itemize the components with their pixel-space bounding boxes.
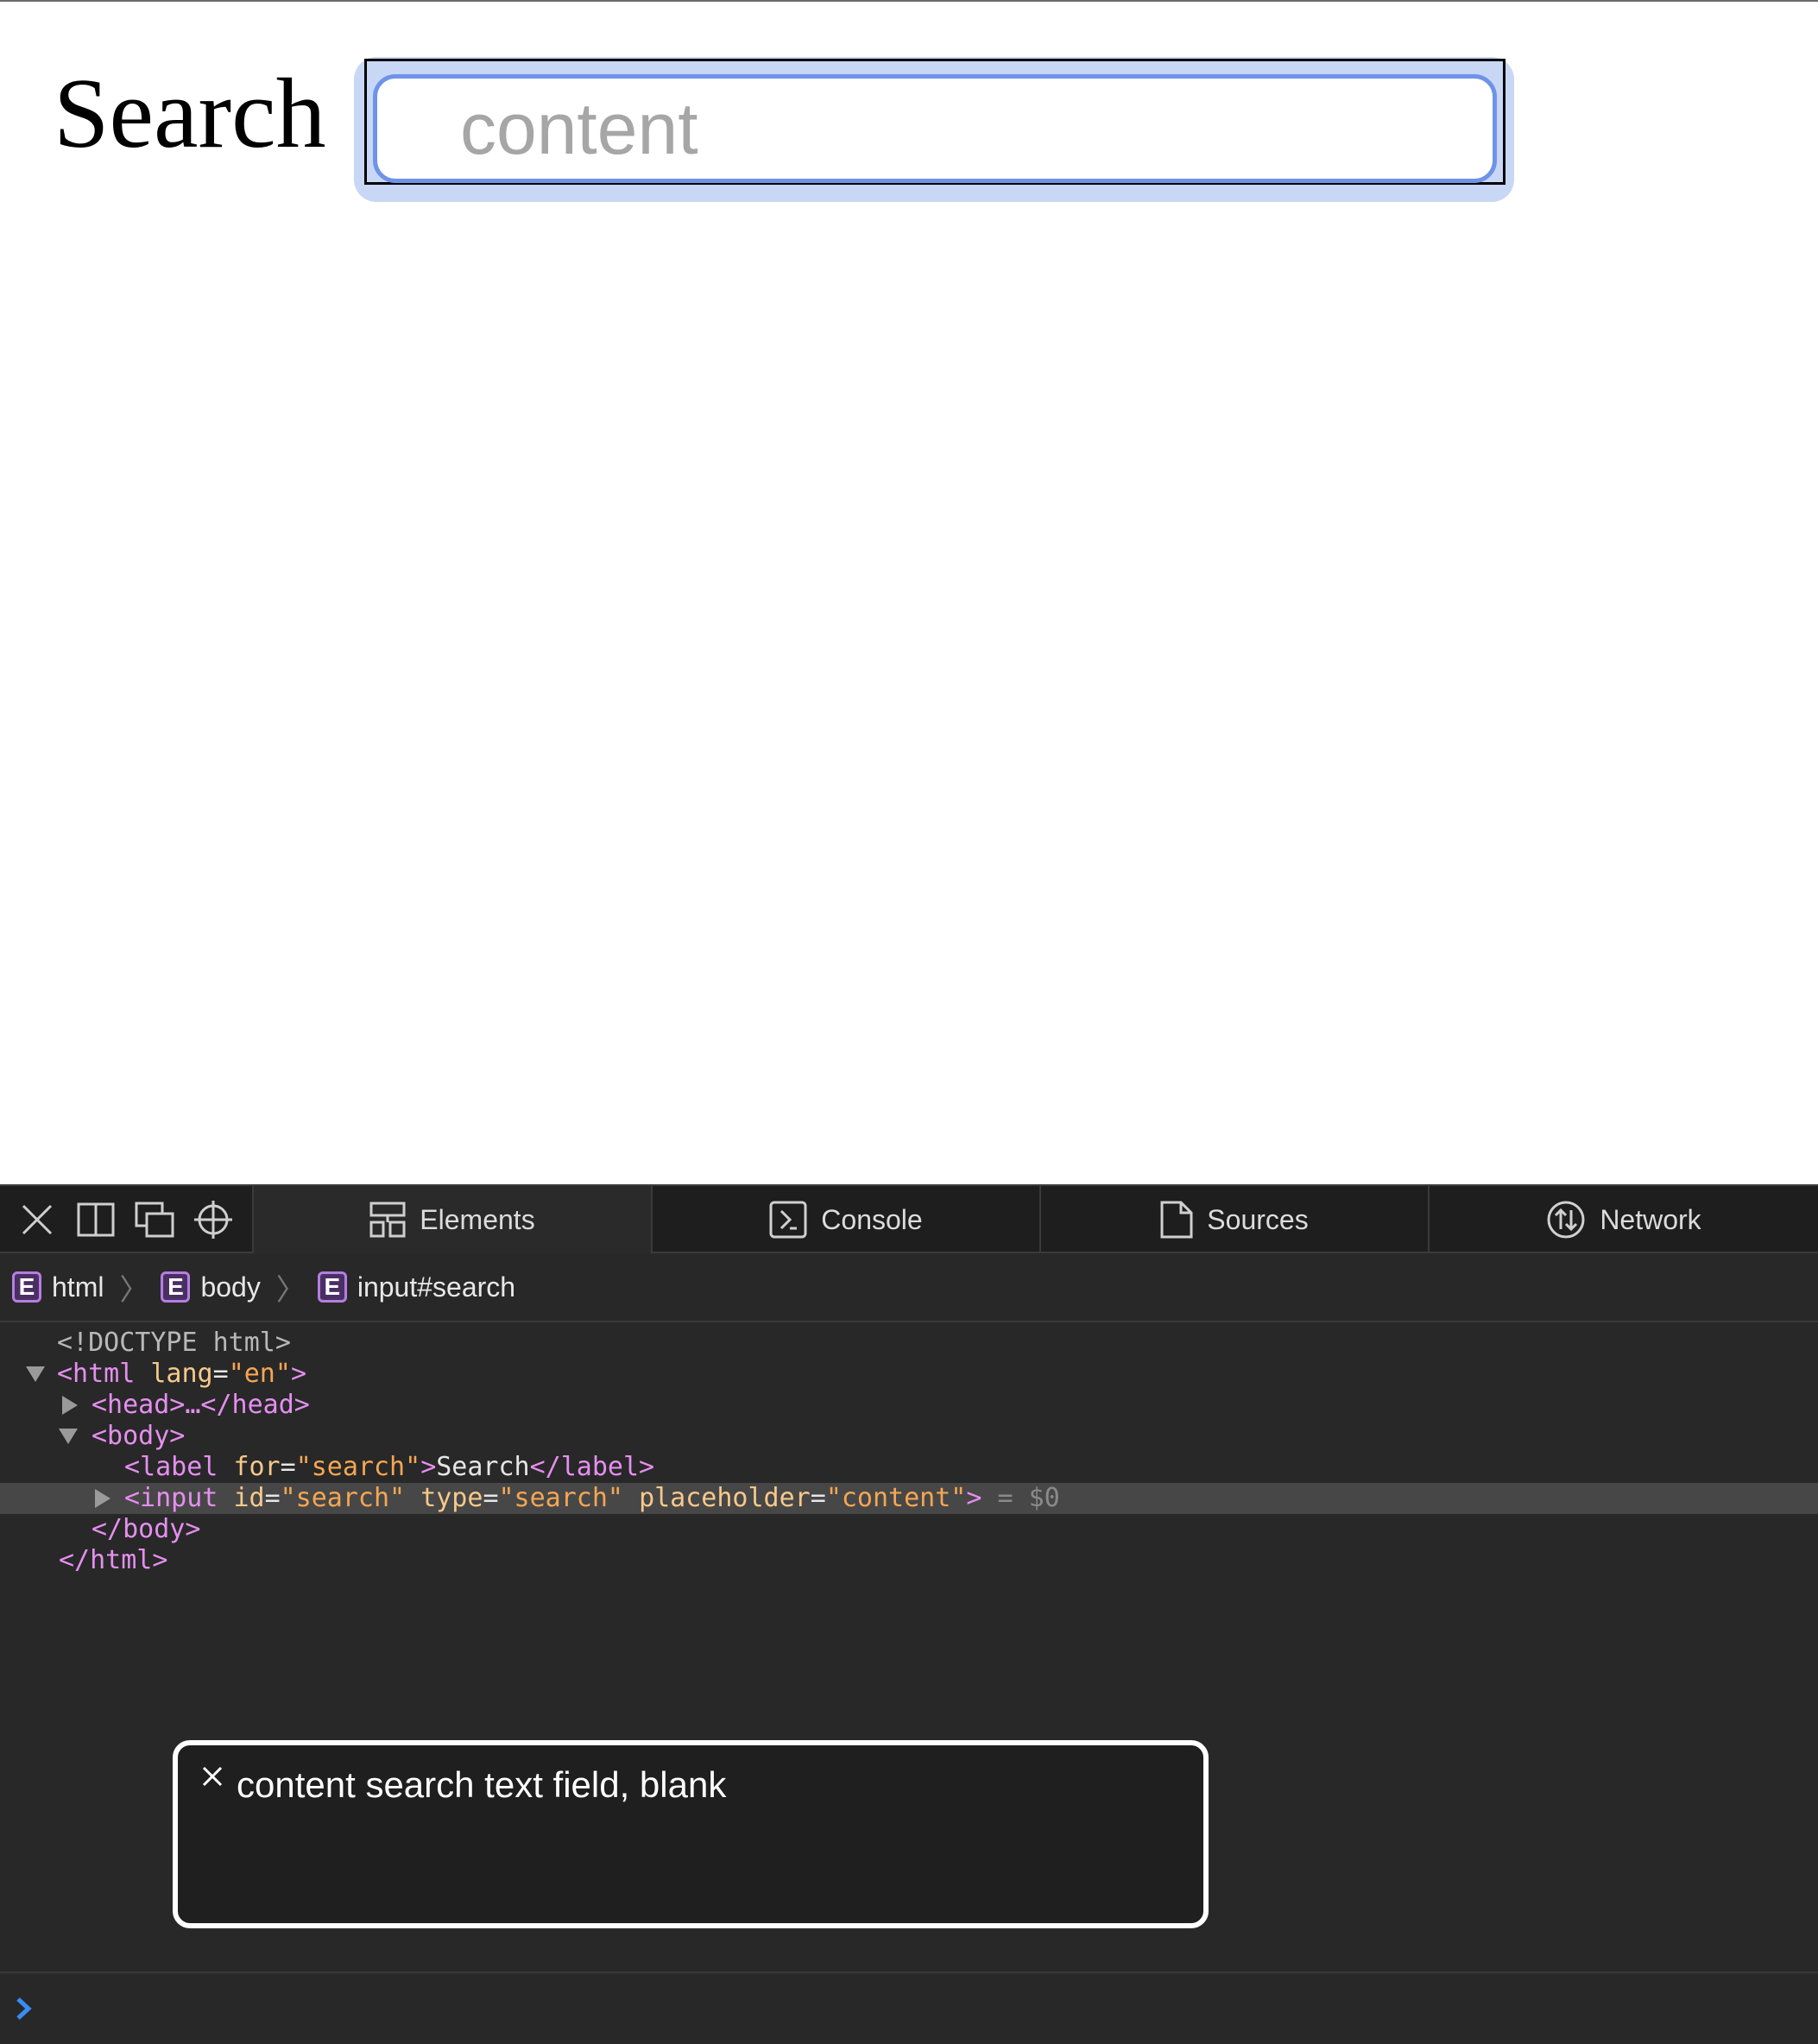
tag-text: <head>…</head> — [92, 1390, 310, 1420]
tag-text: <body> — [92, 1421, 186, 1451]
element-badge-icon: E — [161, 1271, 191, 1303]
chevron-right-icon — [14, 1994, 35, 2028]
attr-value: "content" — [825, 1483, 967, 1513]
inspect-target-icon[interactable] — [188, 1195, 238, 1245]
node-text: Search — [436, 1452, 530, 1482]
breadcrumb: E html 〉 E body 〉 E input#search — [0, 1253, 1818, 1322]
disclosure-open-icon[interactable] — [26, 1366, 45, 1382]
disclosure-open-icon[interactable] — [59, 1429, 78, 1444]
dom-tree: <!DOCTYPE html> <html lang="en"> <head>…… — [0, 1328, 1818, 1576]
close-icon[interactable] — [200, 1764, 224, 1788]
dom-node-input-selected[interactable]: <input id="search" type="search" placeho… — [0, 1483, 1818, 1514]
tag-text: <input — [124, 1483, 218, 1513]
search-label: Search — [54, 59, 326, 169]
file-icon — [1160, 1201, 1193, 1239]
breadcrumb-label: input#search — [357, 1271, 516, 1303]
tag-text: <html — [57, 1359, 136, 1389]
dom-node-body[interactable]: <body> — [0, 1421, 1818, 1452]
layout-icon — [369, 1202, 406, 1238]
dom-node-body-close[interactable]: </body> — [0, 1514, 1818, 1545]
devtools-panel: Elements Console Sources Network E html … — [0, 1184, 1818, 2044]
disclosure-closed-icon[interactable] — [62, 1396, 78, 1415]
attr-name: lang — [150, 1359, 213, 1389]
caption-text: content search text field, blank — [237, 1764, 727, 1805]
tag-text: </label> — [529, 1452, 655, 1482]
disclosure-closed-icon[interactable] — [95, 1489, 110, 1508]
tag-text: <label — [124, 1452, 218, 1482]
dom-node-html[interactable]: <html lang="en"> — [0, 1359, 1818, 1390]
tab-console[interactable]: Console — [653, 1186, 1041, 1253]
devtools-tabbar: Elements Console Sources Network — [0, 1184, 1818, 1253]
tab-elements[interactable]: Elements — [254, 1186, 653, 1253]
attr-value: "search" — [295, 1452, 421, 1482]
breadcrumb-label: html — [52, 1271, 104, 1303]
attr-name: type — [420, 1483, 483, 1513]
dom-node-doctype[interactable]: <!DOCTYPE html> — [0, 1328, 1818, 1359]
tab-label: Elements — [420, 1203, 535, 1235]
tab-label: Network — [1600, 1203, 1701, 1235]
attr-name: placeholder — [639, 1483, 811, 1513]
tab-label: Console — [821, 1203, 923, 1235]
dock-side-icon[interactable] — [71, 1195, 121, 1245]
element-badge-icon: E — [12, 1271, 41, 1303]
dom-node-head[interactable]: <head>…</head> — [0, 1390, 1818, 1421]
search-input[interactable] — [373, 74, 1497, 183]
page-viewport: Search — [0, 0, 1818, 1184]
voiceover-caption-panel: content search text field, blank — [173, 1740, 1209, 1928]
attr-value: "search" — [498, 1483, 624, 1513]
attr-name: for — [233, 1452, 281, 1482]
chevron-right-icon: 〉 — [275, 1273, 306, 1307]
dom-node-html-close[interactable]: </html> — [0, 1545, 1818, 1576]
tab-sources[interactable]: Sources — [1041, 1186, 1430, 1253]
network-icon — [1547, 1201, 1585, 1239]
breadcrumb-item-input[interactable]: E input#search — [317, 1271, 516, 1303]
tab-network[interactable]: Network — [1430, 1186, 1818, 1253]
selected-node-ref: = $0 — [997, 1483, 1060, 1513]
doctype-text: <!DOCTYPE html> — [57, 1328, 291, 1358]
attr-value: "search" — [280, 1483, 406, 1513]
attr-name: id — [233, 1483, 265, 1513]
tag-text: </html> — [59, 1545, 168, 1575]
tab-label: Sources — [1207, 1203, 1309, 1235]
close-icon[interactable] — [12, 1195, 62, 1245]
undock-icon[interactable] — [129, 1195, 180, 1245]
chevron-right-icon: 〉 — [119, 1273, 149, 1307]
breadcrumb-item-body[interactable]: E body — [161, 1271, 261, 1303]
breadcrumb-label: body — [200, 1271, 261, 1303]
console-icon — [769, 1201, 807, 1239]
dom-node-label[interactable]: <label for="search">Search</label> — [0, 1452, 1818, 1483]
breadcrumb-item-html[interactable]: E html — [12, 1271, 104, 1303]
element-badge-icon: E — [317, 1271, 347, 1303]
console-prompt[interactable] — [0, 1971, 1818, 2044]
attr-value: "en" — [228, 1359, 291, 1389]
tag-text: </body> — [92, 1514, 201, 1544]
